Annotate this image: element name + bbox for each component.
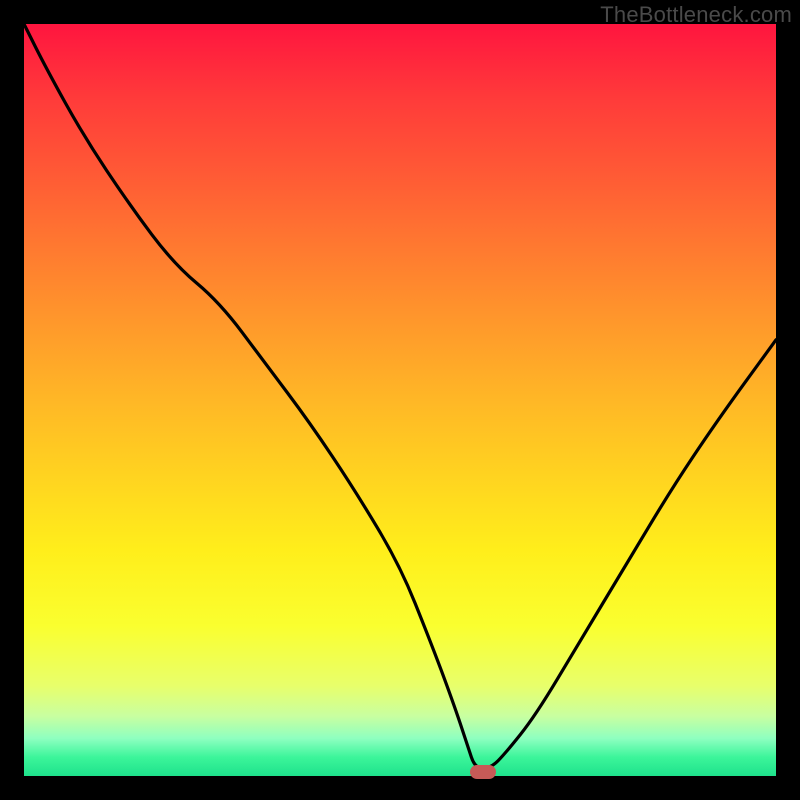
chart-frame: TheBottleneck.com — [0, 0, 800, 800]
optimal-marker — [470, 765, 496, 779]
curve-path — [24, 24, 776, 769]
bottleneck-curve — [24, 24, 776, 776]
plot-area — [24, 24, 776, 776]
